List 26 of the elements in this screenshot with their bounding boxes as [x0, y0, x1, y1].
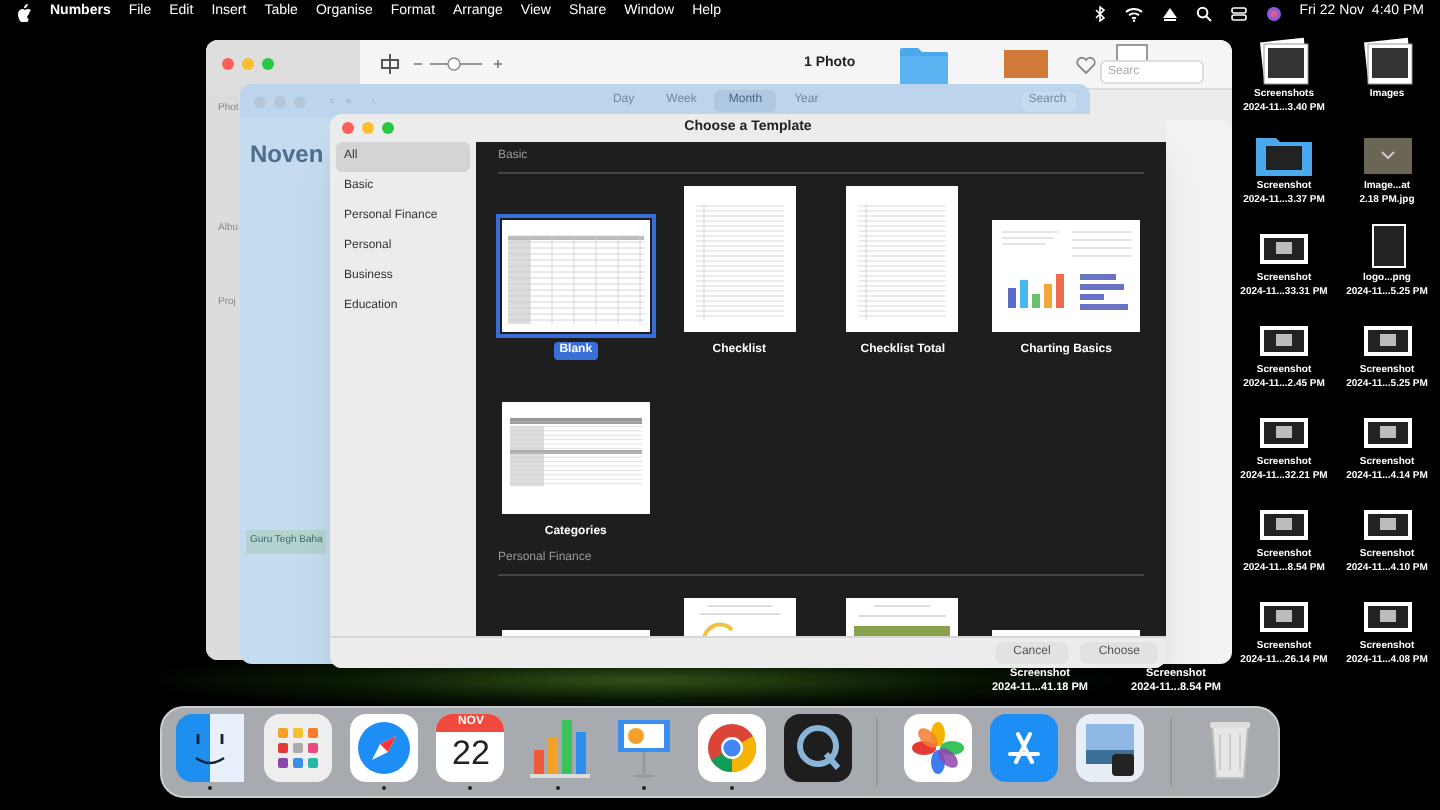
photo-viewer-icon[interactable] [1076, 714, 1145, 782]
heart-icon [1075, 55, 1096, 73]
control-center-icon [1229, 5, 1248, 21]
rotate-icon [380, 54, 400, 74]
calendar-day: 22 [452, 732, 490, 776]
photo-placeholder [1003, 50, 1048, 78]
siri-icon [1265, 5, 1282, 21]
zoom-slider-icon [412, 56, 504, 72]
apple-logo-icon [16, 4, 32, 22]
search-icon [1195, 5, 1212, 21]
app-store-icon[interactable] [989, 714, 1058, 782]
wifi-icon [1123, 5, 1144, 21]
savings-thumbnail [846, 598, 959, 636]
bluetooth-icon [1093, 5, 1106, 21]
folder-icon [899, 44, 948, 84]
compass-icon[interactable] [350, 714, 419, 782]
close-button[interactable] [222, 58, 234, 70]
q-play-icon[interactable] [784, 714, 853, 782]
budget-thumbnail [683, 598, 796, 636]
month-title: Noven [250, 138, 324, 170]
browser-app-icon[interactable] [697, 714, 766, 782]
app-grid-icon[interactable] [263, 714, 332, 782]
flower-icon[interactable] [903, 714, 972, 782]
eject-icon [1161, 5, 1178, 21]
close-button[interactable] [342, 122, 354, 134]
finder-face-icon[interactable] [176, 714, 245, 782]
